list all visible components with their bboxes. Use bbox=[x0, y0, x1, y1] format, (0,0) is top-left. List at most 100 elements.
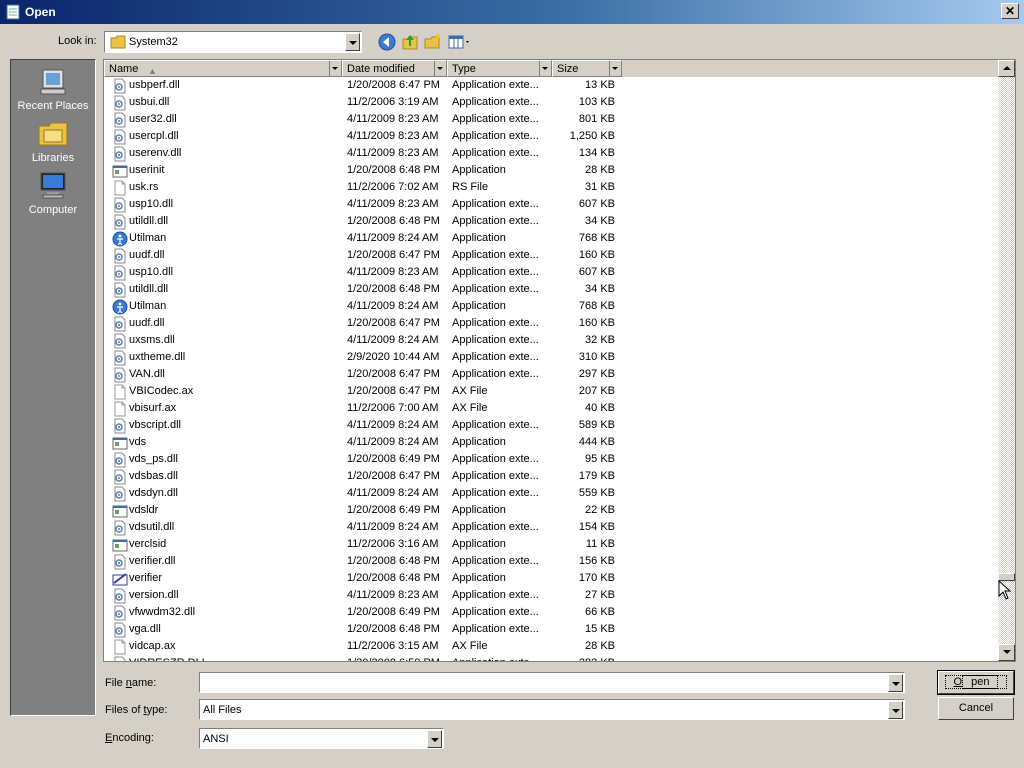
filetype-select[interactable]: All Files bbox=[199, 699, 905, 720]
place-computer[interactable]: Computer bbox=[11, 170, 95, 216]
file-row[interactable]: utildll.dll 1/20/2008 6:48 PM Application … bbox=[104, 213, 1000, 230]
file-name: uudf.dll bbox=[129, 317, 165, 329]
new-folder-icon[interactable] bbox=[423, 32, 443, 52]
file-size: 34 KB bbox=[585, 283, 615, 295]
close-button[interactable]: ✕ bbox=[1001, 3, 1019, 19]
file-row[interactable]: VBICodec.ax 1/20/2008 6:47 PM AX File 207 K… bbox=[104, 383, 1000, 400]
file-row[interactable]: usp10.dll 4/11/2009 8:23 AM Application ex… bbox=[104, 264, 1000, 281]
file-type: Application exte... bbox=[452, 317, 539, 329]
file-row[interactable]: VIDRESZR.DLL 1/20/2008 6:50 PM Application… bbox=[104, 655, 1000, 661]
cancel-button[interactable]: Cancel bbox=[938, 697, 1014, 720]
file-size: 768 KB bbox=[578, 232, 615, 244]
open-button[interactable]: Open bbox=[937, 670, 1015, 695]
place-label: Recent Places bbox=[17, 100, 89, 112]
list-header: Name ▲ Date modified Type Size bbox=[104, 60, 1000, 77]
file-row[interactable]: vdsldr 1/20/2008 6:49 PM Application 22 KB bbox=[104, 502, 1000, 519]
file-size: 607 KB bbox=[578, 198, 615, 210]
lookin-combo[interactable]: System32 bbox=[104, 31, 362, 53]
file-row[interactable]: uudf.dll 1/20/2008 6:47 PM Application ext… bbox=[104, 247, 1000, 264]
file-date: 4/11/2009 8:23 AM bbox=[347, 147, 439, 159]
file-list[interactable]: Name ▲ Date modified Type Size usbperf.d… bbox=[103, 59, 1016, 662]
file-row[interactable]: usercpl.dll 4/11/2009 8:23 AM Application … bbox=[104, 128, 1000, 145]
file-row[interactable]: user32.dll 4/11/2009 8:23 AM Application e… bbox=[104, 111, 1000, 128]
file-row[interactable]: vfwwdm32.dll 1/20/2008 6:49 PM Application… bbox=[104, 604, 1000, 621]
column-header-date[interactable]: Date modified bbox=[342, 60, 447, 77]
file-name: vbscript.dll bbox=[129, 419, 181, 431]
file-row[interactable]: utildll.dll 1/20/2008 6:48 PM Application … bbox=[104, 281, 1000, 298]
file-row[interactable]: vdsdyn.dll 4/11/2009 8:24 AM Application e… bbox=[104, 485, 1000, 502]
filetype-dropdown-button[interactable] bbox=[888, 701, 903, 719]
file-row[interactable]: uxtheme.dll 2/9/2020 10:44 AM Application … bbox=[104, 349, 1000, 366]
file-row[interactable]: usbui.dll 11/2/2006 3:19 AM Application ex… bbox=[104, 94, 1000, 111]
file-row[interactable]: vidcap.ax 11/2/2006 3:15 AM AX File 28 KB bbox=[104, 638, 1000, 655]
dll-file-icon bbox=[114, 418, 126, 434]
encoding-select[interactable]: ANSI bbox=[199, 728, 444, 749]
column-filter-button[interactable] bbox=[539, 61, 551, 76]
up-folder-icon[interactable] bbox=[400, 32, 420, 52]
column-header-size[interactable]: Size bbox=[552, 60, 622, 77]
file-row[interactable]: vbscript.dll 4/11/2009 8:24 AM Application… bbox=[104, 417, 1000, 434]
file-row[interactable]: userinit 1/20/2008 6:48 PM Application 28 K… bbox=[104, 162, 1000, 179]
file-type: Application exte... bbox=[452, 351, 539, 363]
place-recent-places[interactable]: Recent Places bbox=[11, 66, 95, 112]
file-date: 1/20/2008 6:48 PM bbox=[347, 164, 440, 176]
filetype-label: Files of type: bbox=[105, 704, 168, 716]
file-row[interactable]: usp10.dll 4/11/2009 8:23 AM Application ex… bbox=[104, 196, 1000, 213]
column-filter-button[interactable] bbox=[329, 61, 341, 76]
file-row[interactable]: Utilman 4/11/2009 8:24 AM Application 768 K… bbox=[104, 298, 1000, 315]
dll-file-icon bbox=[114, 367, 126, 383]
file-size: 1,250 KB bbox=[569, 130, 615, 142]
file-icon bbox=[114, 384, 126, 400]
verifier-icon bbox=[112, 573, 128, 586]
lookin-dropdown-button[interactable] bbox=[345, 33, 360, 51]
file-size: 103 KB bbox=[578, 96, 615, 108]
place-libraries[interactable]: Libraries bbox=[11, 118, 95, 164]
file-date: 1/20/2008 6:49 PM bbox=[347, 453, 440, 465]
file-row[interactable]: vds_ps.dll 1/20/2008 6:49 PM Application e… bbox=[104, 451, 1000, 468]
file-row[interactable]: verifier 1/20/2008 6:48 PM Application 170 … bbox=[104, 570, 1000, 587]
column-filter-button[interactable] bbox=[434, 61, 446, 76]
dll-file-icon bbox=[114, 112, 126, 128]
file-size: 179 KB bbox=[578, 470, 615, 482]
file-row[interactable]: usk.rs 11/2/2006 7:02 AM RS File 31 KB bbox=[104, 179, 1000, 196]
file-row[interactable]: vbisurf.ax 11/2/2006 7:00 AM AX File 40 KB bbox=[104, 400, 1000, 417]
file-row[interactable]: uxsms.dll 4/11/2009 8:24 AM Application ex… bbox=[104, 332, 1000, 349]
file-name: utildll.dll bbox=[129, 215, 169, 227]
file-size: 160 KB bbox=[578, 249, 615, 261]
file-date: 1/20/2008 6:48 PM bbox=[347, 555, 440, 567]
filename-input[interactable] bbox=[199, 672, 905, 693]
file-row[interactable]: vga.dll 1/20/2008 6:48 PM Application exte… bbox=[104, 621, 1000, 638]
file-size: 11 KB bbox=[585, 538, 615, 550]
file-size: 15 KB bbox=[585, 623, 615, 635]
file-date: 1/20/2008 6:50 PM bbox=[347, 655, 440, 661]
computer-icon bbox=[40, 172, 66, 199]
scroll-up-button[interactable] bbox=[998, 60, 1015, 77]
file-name: Utilman bbox=[129, 300, 167, 312]
file-row[interactable]: Utilman 4/11/2009 8:24 AM Application 768 K… bbox=[104, 230, 1000, 247]
file-row[interactable]: vdsutil.dll 4/11/2009 8:24 AM Application … bbox=[104, 519, 1000, 536]
file-row[interactable]: VAN.dll 1/20/2008 6:47 PM Application exte… bbox=[104, 366, 1000, 383]
file-row[interactable]: vdsbas.dll 1/20/2008 6:47 PM Application e… bbox=[104, 468, 1000, 485]
column-header-name[interactable]: Name ▲ bbox=[104, 60, 342, 77]
file-type: Application exte... bbox=[452, 623, 539, 635]
file-type: Application exte... bbox=[452, 470, 539, 482]
column-header-type[interactable]: Type bbox=[447, 60, 552, 77]
view-menu-icon[interactable] bbox=[447, 32, 473, 52]
notepad-icon bbox=[6, 4, 20, 20]
filename-dropdown-button[interactable] bbox=[888, 674, 903, 692]
folder-icon bbox=[110, 35, 126, 49]
encoding-dropdown-button[interactable] bbox=[427, 730, 442, 748]
file-row[interactable]: verclsid 11/2/2006 3:16 AM Application 11 K… bbox=[104, 536, 1000, 553]
file-row[interactable]: version.dll 4/11/2009 8:23 AM Application … bbox=[104, 587, 1000, 604]
file-row[interactable]: uudf.dll 1/20/2008 6:47 PM Application ext… bbox=[104, 315, 1000, 332]
file-row[interactable]: userenv.dll 4/11/2009 8:23 AM Application … bbox=[104, 145, 1000, 162]
file-row[interactable]: verifier.dll 1/20/2008 6:48 PM Application… bbox=[104, 553, 1000, 570]
file-size: 134 KB bbox=[578, 147, 615, 159]
vertical-scrollbar[interactable] bbox=[998, 60, 1015, 661]
file-row[interactable]: vds 4/11/2009 8:24 AM Application 444 KB bbox=[104, 434, 1000, 451]
back-icon[interactable] bbox=[377, 32, 397, 52]
file-size: 28 KB bbox=[585, 640, 615, 652]
column-filter-button[interactable] bbox=[609, 61, 621, 76]
file-row[interactable]: usbperf.dll 1/20/2008 6:47 PM Application … bbox=[104, 77, 1000, 94]
scroll-down-button[interactable] bbox=[998, 644, 1015, 661]
